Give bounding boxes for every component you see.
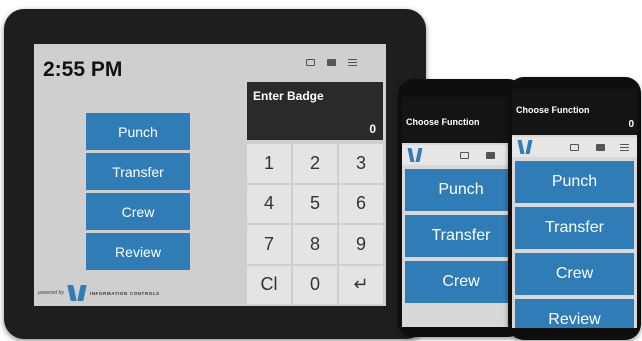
key-8[interactable]: 8 xyxy=(293,225,337,264)
punch-button[interactable]: Punch xyxy=(405,169,517,211)
info-controls-logo-icon xyxy=(68,285,86,301)
phone-large-title: Choose Function xyxy=(516,105,590,115)
clock: 2:55 PM xyxy=(43,58,123,81)
key-2[interactable]: 2 xyxy=(293,144,337,183)
toolbar-icons xyxy=(306,59,357,66)
transfer-button[interactable]: Transfer xyxy=(515,207,634,249)
menu-icon[interactable] xyxy=(620,144,629,151)
briefcase-icon[interactable] xyxy=(486,152,495,159)
briefcase-icon[interactable] xyxy=(596,144,605,151)
keypad: 1 2 3 4 5 6 7 8 9 Cl 0 ↵ xyxy=(247,144,383,304)
crew-button[interactable]: Crew xyxy=(405,261,517,303)
phone-large-toolbar xyxy=(512,137,637,157)
key-1[interactable]: 1 xyxy=(247,144,291,183)
tablet-screen: 2:55 PM Punch Transfer Crew Review Enter… xyxy=(34,44,386,306)
folder-icon[interactable] xyxy=(570,144,579,151)
punch-button[interactable]: Punch xyxy=(515,161,634,203)
key-6[interactable]: 6 xyxy=(339,184,383,223)
key-7[interactable]: 7 xyxy=(247,225,291,264)
key-9[interactable]: 9 xyxy=(339,225,383,264)
badge-label: Enter Badge xyxy=(253,89,324,103)
transfer-button[interactable]: Transfer xyxy=(405,215,517,257)
badge-display[interactable]: Enter Badge 0 xyxy=(247,82,383,140)
key-5[interactable]: 5 xyxy=(293,184,337,223)
phone-small-device: Choose Function Punch Transfer Crew xyxy=(398,79,524,337)
tablet-device: 2:55 PM Punch Transfer Crew Review Enter… xyxy=(4,9,426,339)
enter-icon[interactable]: ↵ xyxy=(339,265,383,304)
info-controls-logo-icon xyxy=(518,140,532,154)
transfer-button[interactable]: Transfer xyxy=(86,153,190,190)
phone-small-header: Choose Function xyxy=(402,97,520,143)
logo-text: INFORMATION CONTROLS xyxy=(89,290,160,296)
review-button[interactable]: Review xyxy=(86,233,190,270)
folder-icon[interactable] xyxy=(306,59,315,66)
phone-large-device: Choose Function 0 Punch Transfer Crew Re… xyxy=(508,77,641,340)
phone-small-title: Choose Function xyxy=(406,117,480,127)
scene: 2:55 PM Punch Transfer Crew Review Enter… xyxy=(0,0,642,341)
crew-button[interactable]: Crew xyxy=(86,193,190,230)
key-clear[interactable]: Cl xyxy=(247,265,291,304)
key-4[interactable]: 4 xyxy=(247,184,291,223)
menu-icon[interactable] xyxy=(348,59,357,66)
key-3[interactable]: 3 xyxy=(339,144,383,183)
folder-icon[interactable] xyxy=(460,152,469,159)
phone-small-screen: Choose Function Punch Transfer Crew xyxy=(402,97,520,327)
phone-small-toolbar xyxy=(402,145,520,165)
badge-value: 0 xyxy=(628,119,634,130)
phone-large-header: Choose Function 0 xyxy=(512,89,637,135)
punch-button[interactable]: Punch xyxy=(86,113,190,150)
info-controls-logo-icon xyxy=(408,148,422,162)
phone-large-screen: Choose Function 0 Punch Transfer Crew Re… xyxy=(512,89,637,328)
briefcase-icon[interactable] xyxy=(327,59,336,66)
powered-by-footer: powered by INFORMATION CONTROLS xyxy=(38,285,160,301)
powered-by-text: powered by xyxy=(38,290,64,296)
key-0[interactable]: 0 xyxy=(293,265,337,304)
badge-value: 0 xyxy=(369,122,376,136)
crew-button[interactable]: Crew xyxy=(515,253,634,295)
review-button[interactable]: Review xyxy=(515,299,634,328)
